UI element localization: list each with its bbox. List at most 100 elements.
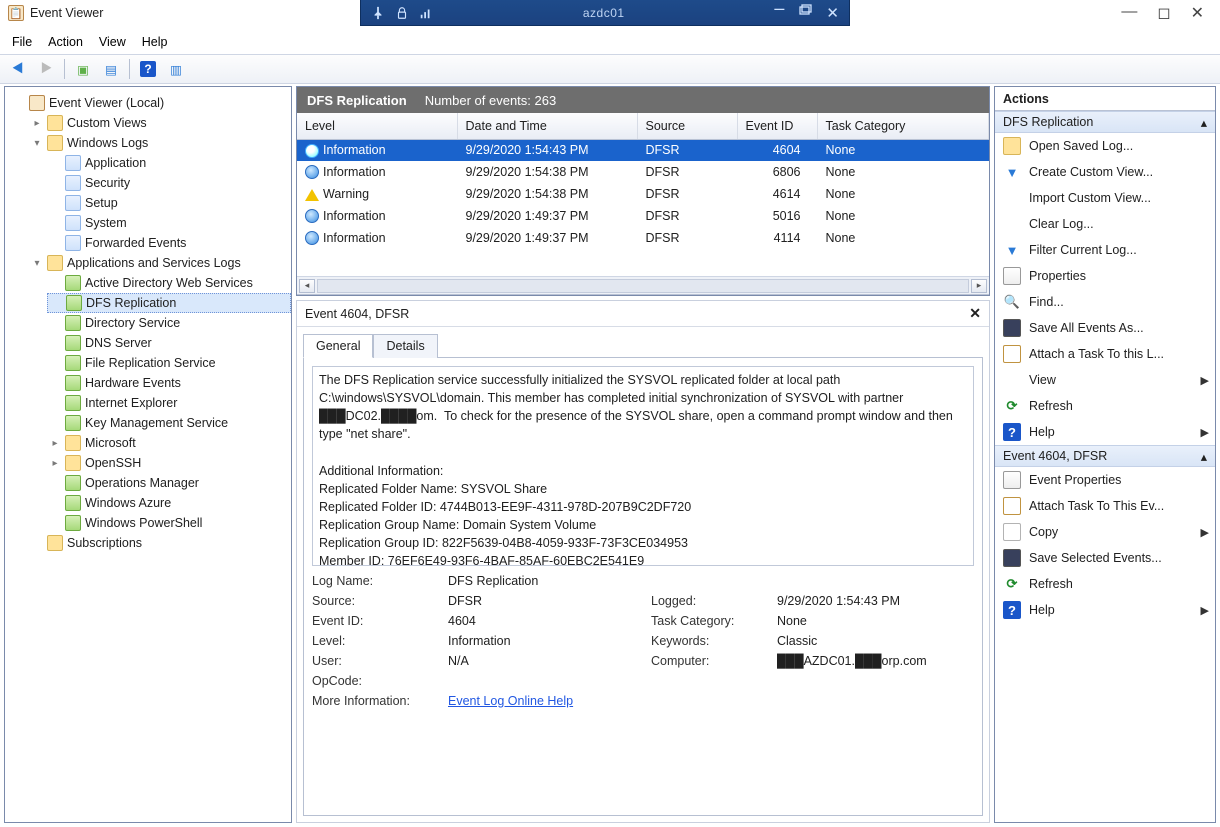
tree-item[interactable]: Directory Service (47, 313, 291, 333)
pin-icon[interactable] (371, 6, 385, 20)
tree-item[interactable]: Security (47, 173, 291, 193)
action-icon (1003, 523, 1021, 541)
tree-item[interactable]: Key Management Service (47, 413, 291, 433)
minimize-button[interactable]: — (1121, 3, 1137, 23)
log-icon (65, 375, 81, 391)
cell-datetime: 9/29/2020 1:49:37 PM (457, 205, 637, 227)
scroll-left-button[interactable]: ◂ (299, 279, 315, 293)
label-keywords: Keywords: (651, 634, 771, 648)
maximize-button[interactable]: ◻ (1157, 3, 1170, 23)
table-row[interactable]: Information 9/29/2020 1:54:38 PM DFSR 68… (297, 161, 989, 183)
show-hide-tree-button[interactable]: ▣ (71, 57, 95, 81)
tree-item[interactable]: Windows PowerShell (47, 513, 291, 533)
tree-item[interactable]: System (47, 213, 291, 233)
column-header[interactable]: Level (297, 113, 457, 139)
column-header[interactable]: Event ID (737, 113, 817, 139)
action-icon (1003, 345, 1021, 363)
actions-section-event[interactable]: Event 4604, DFSR ▴ (995, 445, 1215, 467)
action-refresh[interactable]: ⟳Refresh (995, 393, 1215, 419)
column-header[interactable]: Source (637, 113, 737, 139)
action-item[interactable]: 🔍Find... (995, 289, 1215, 315)
table-row[interactable]: Information 9/29/2020 1:54:43 PM DFSR 46… (297, 139, 989, 161)
action-item[interactable]: Open Saved Log... (995, 133, 1215, 159)
action-label: Save Selected Events... (1029, 551, 1162, 565)
tree-item[interactable]: Operations Manager (47, 473, 291, 493)
tree-subscriptions[interactable]: Subscriptions (29, 533, 291, 553)
tree-root[interactable]: Event Viewer (Local) (11, 93, 291, 113)
action-item[interactable]: Import Custom View... (995, 185, 1215, 211)
tree-item[interactable]: Active Directory Web Services (47, 273, 291, 293)
help-button[interactable]: ? (136, 57, 160, 81)
close-button[interactable]: ✕ (1191, 3, 1204, 23)
action-refresh-2[interactable]: ⟳Refresh (995, 571, 1215, 597)
event-log-online-help-link[interactable]: Event Log Online Help (448, 694, 573, 708)
tree-item[interactable]: Internet Explorer (47, 393, 291, 413)
actions-section-dfs[interactable]: DFS Replication ▴ (995, 111, 1215, 133)
rd-close-button[interactable]: ✕ (826, 4, 839, 22)
action-item[interactable]: Attach a Task To this L... (995, 341, 1215, 367)
navigation-tree[interactable]: Event Viewer (Local) ▸Custom Views ▾Wind… (4, 86, 292, 823)
refresh-tb-button[interactable]: ▥ (164, 57, 188, 81)
events-table[interactable]: LevelDate and TimeSourceEvent IDTask Cat… (297, 113, 989, 249)
column-header[interactable]: Task Category (817, 113, 989, 139)
action-item[interactable]: Event Properties (995, 467, 1215, 493)
tree-item[interactable]: DFS Replication (47, 293, 291, 313)
column-header[interactable]: Date and Time (457, 113, 637, 139)
action-help[interactable]: ?Help▶ (995, 419, 1215, 445)
cell-task: None (817, 139, 989, 161)
tab-general[interactable]: General (303, 334, 373, 358)
tree-custom-views[interactable]: ▸Custom Views (29, 113, 291, 133)
tree-item[interactable]: Windows Azure (47, 493, 291, 513)
info-icon (305, 231, 319, 245)
tree-label: Microsoft (85, 436, 136, 450)
label-logged: Logged: (651, 594, 771, 608)
log-icon (65, 195, 81, 211)
info-icon (305, 165, 319, 179)
tree-app-services-logs[interactable]: ▾Applications and Services Logs (29, 253, 291, 273)
tree-item[interactable]: Hardware Events (47, 373, 291, 393)
tab-details[interactable]: Details (373, 334, 437, 358)
table-row[interactable]: Warning 9/29/2020 1:54:38 PM DFSR 4614 N… (297, 183, 989, 205)
actions-pane: Actions DFS Replication ▴ Open Saved Log… (994, 86, 1216, 823)
log-icon (65, 315, 81, 331)
action-item[interactable]: Save Selected Events... (995, 545, 1215, 571)
rd-minimize-button[interactable]: – (774, 4, 784, 22)
action-item[interactable]: Copy▶ (995, 519, 1215, 545)
table-row[interactable]: Information 9/29/2020 1:49:37 PM DFSR 50… (297, 205, 989, 227)
rd-restore-button[interactable] (798, 4, 812, 22)
action-item[interactable]: ▼Filter Current Log... (995, 237, 1215, 263)
event-message[interactable]: The DFS Replication service successfully… (312, 366, 974, 566)
action-item[interactable]: Properties (995, 263, 1215, 289)
tree-item[interactable]: ▸OpenSSH (47, 453, 291, 473)
table-row[interactable]: Information 9/29/2020 1:49:37 PM DFSR 41… (297, 227, 989, 249)
menu-help[interactable]: Help (142, 35, 168, 49)
action-item[interactable]: Save All Events As... (995, 315, 1215, 341)
tree-item[interactable]: ▸Microsoft (47, 433, 291, 453)
scroll-track[interactable] (317, 279, 969, 293)
action-item[interactable]: Clear Log... (995, 211, 1215, 237)
tree-item[interactable]: Forwarded Events (47, 233, 291, 253)
action-item[interactable]: ▼Create Custom View... (995, 159, 1215, 185)
forward-button[interactable]: ⯈ (34, 57, 58, 81)
tree-item[interactable]: Setup (47, 193, 291, 213)
tree-item[interactable]: DNS Server (47, 333, 291, 353)
scroll-right-button[interactable]: ▸ (971, 279, 987, 293)
menu-file[interactable]: File (12, 35, 32, 49)
submenu-arrow-icon: ▶ (1201, 374, 1209, 387)
menu-view[interactable]: View (99, 35, 126, 49)
tree-windows-logs[interactable]: ▾Windows Logs (29, 133, 291, 153)
action-item[interactable]: Attach Task To This Ev... (995, 493, 1215, 519)
info-icon (305, 209, 319, 223)
detail-close-button[interactable]: ✕ (969, 305, 981, 322)
properties-button[interactable]: ▤ (99, 57, 123, 81)
action-view[interactable]: View▶ (995, 367, 1215, 393)
tree-item[interactable]: File Replication Service (47, 353, 291, 373)
back-button[interactable]: ⯇ (6, 57, 30, 81)
action-help-2[interactable]: ?Help▶ (995, 597, 1215, 623)
horizontal-scrollbar[interactable]: ◂ ▸ (297, 276, 989, 294)
tree-item[interactable]: Application (47, 153, 291, 173)
menu-action[interactable]: Action (48, 35, 83, 49)
cell-task: None (817, 205, 989, 227)
warning-icon (305, 189, 319, 201)
info-icon (305, 144, 319, 158)
